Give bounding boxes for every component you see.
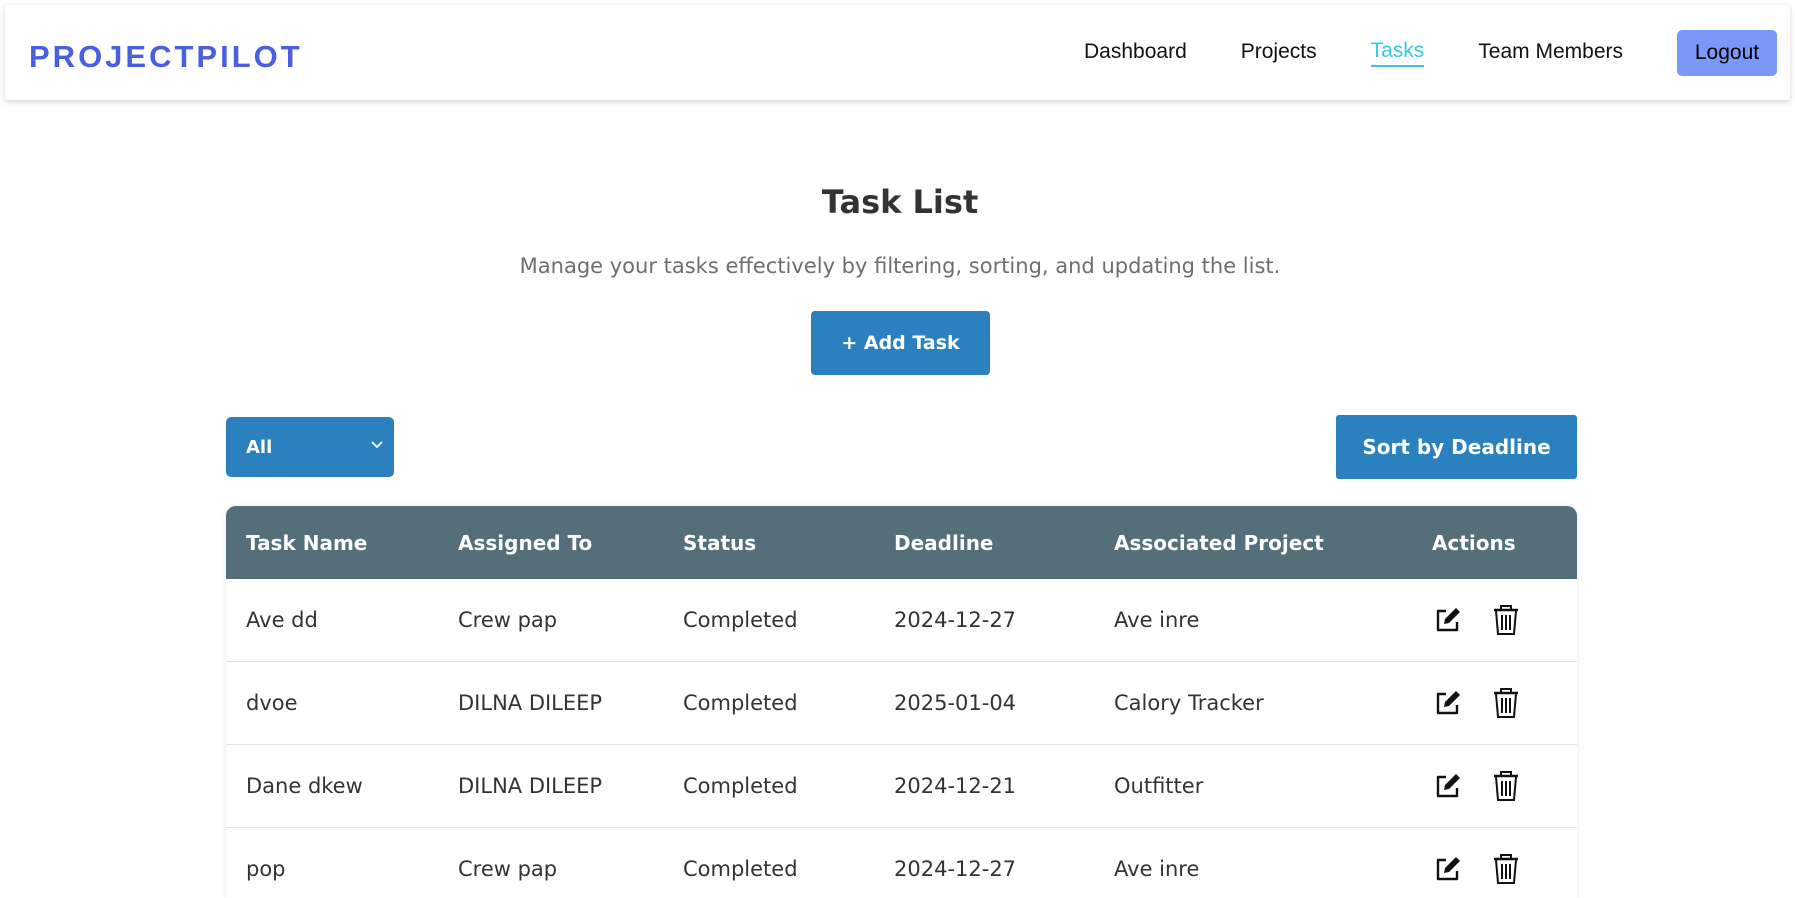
assigned-to-cell: DILNA DILEEP — [438, 744, 663, 828]
add-task-button[interactable]: + Add Task — [811, 311, 990, 375]
table-row: Ave dd Crew pap Completed 2024-12-27 Ave… — [226, 579, 1577, 662]
assigned-to-cell: DILNA DILEEP — [438, 661, 663, 745]
task-name-cell: Ave dd — [226, 579, 438, 662]
actions-cell — [1412, 661, 1577, 745]
deadline-cell: 2025-01-04 — [874, 661, 1094, 745]
nav-link-team-members[interactable]: Team Members — [1478, 40, 1623, 66]
nav-link-tasks[interactable]: Tasks — [1370, 39, 1425, 67]
trash-icon[interactable] — [1490, 604, 1522, 636]
actions-cell — [1412, 827, 1577, 898]
trash-icon[interactable] — [1490, 770, 1522, 802]
task-name-cell: Dane dkew — [226, 744, 438, 828]
assigned-to-cell: Crew pap — [438, 827, 663, 898]
task-name-cell: pop — [226, 827, 438, 898]
project-cell: Outfitter — [1094, 744, 1412, 828]
status-cell: Completed — [663, 661, 874, 745]
deadline-cell: 2024-12-27 — [874, 579, 1094, 662]
chevron-down-icon — [371, 441, 383, 449]
status-filter-value: All — [246, 436, 273, 458]
nav-links: Dashboard Projects Tasks Team Members Lo… — [1084, 5, 1790, 100]
page-subtitle: Manage your tasks effectively by filteri… — [519, 254, 1281, 278]
top-navbar: PROJECTPILOT Dashboard Projects Tasks Te… — [5, 5, 1790, 100]
project-cell: Calory Tracker — [1094, 661, 1412, 745]
column-header-associated-project[interactable]: Associated Project — [1094, 506, 1412, 579]
deadline-cell: 2024-12-27 — [874, 827, 1094, 898]
project-cell: Ave inre — [1094, 579, 1412, 662]
status-cell: Completed — [663, 744, 874, 828]
status-filter-select[interactable]: All — [226, 417, 394, 477]
status-cell: Completed — [663, 827, 874, 898]
edit-icon[interactable] — [1432, 853, 1464, 885]
logout-button[interactable]: Logout — [1677, 29, 1777, 76]
trash-icon[interactable] — [1490, 853, 1522, 885]
edit-icon[interactable] — [1432, 770, 1464, 802]
actions-cell — [1412, 579, 1577, 662]
sort-by-deadline-button[interactable]: Sort by Deadline — [1336, 415, 1577, 479]
column-header-status[interactable]: Status — [663, 506, 874, 579]
table-header-row: Task Name Assigned To Status Deadline As… — [226, 506, 1577, 579]
page-title: Task List — [821, 183, 979, 221]
nav-link-projects[interactable]: Projects — [1241, 40, 1317, 66]
status-cell: Completed — [663, 579, 874, 662]
column-header-deadline[interactable]: Deadline — [874, 506, 1094, 579]
app-logo[interactable]: PROJECTPILOT — [29, 39, 303, 75]
actions-cell — [1412, 744, 1577, 828]
task-table: Task Name Assigned To Status Deadline As… — [226, 506, 1577, 898]
table-row: Dane dkew DILNA DILEEP Completed 2024-12… — [226, 744, 1577, 828]
column-header-actions: Actions — [1432, 530, 1516, 555]
task-name-cell: dvoe — [226, 661, 438, 745]
table-row: pop Crew pap Completed 2024-12-27 Ave in… — [226, 827, 1577, 898]
project-cell: Ave inre — [1094, 827, 1412, 898]
table-row: dvoe DILNA DILEEP Completed 2025-01-04 C… — [226, 661, 1577, 745]
assigned-to-cell: Crew pap — [438, 579, 663, 662]
column-header-task-name[interactable]: Task Name — [226, 506, 438, 579]
nav-link-dashboard[interactable]: Dashboard — [1084, 40, 1187, 66]
edit-icon[interactable] — [1432, 604, 1464, 636]
trash-icon[interactable] — [1490, 687, 1522, 719]
column-header-assigned-to[interactable]: Assigned To — [438, 506, 663, 579]
edit-icon[interactable] — [1432, 687, 1464, 719]
deadline-cell: 2024-12-21 — [874, 744, 1094, 828]
